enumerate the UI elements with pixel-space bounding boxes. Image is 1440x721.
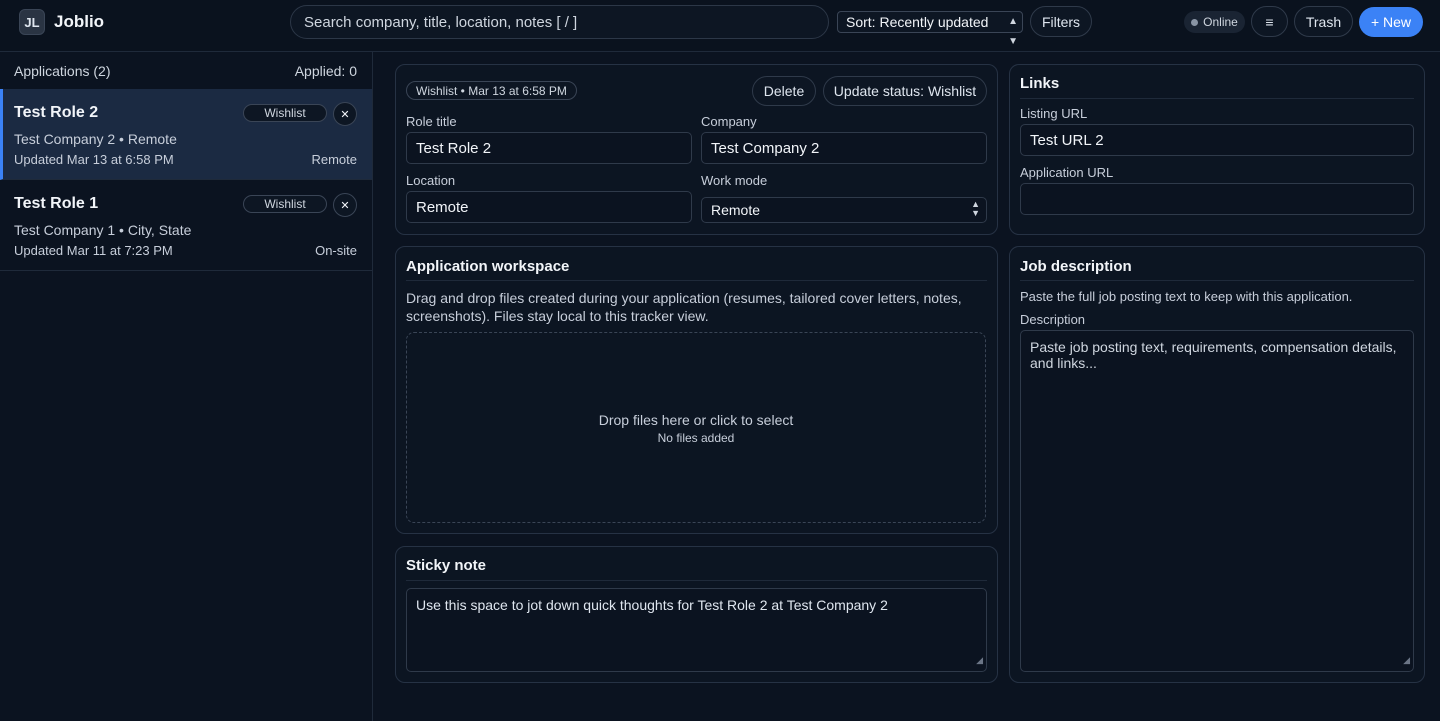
dropzone-status: No files added [657, 431, 735, 445]
listing-url-label: Listing URL [1020, 106, 1088, 121]
application-work-mode: Remote [311, 152, 357, 167]
delete-button[interactable]: Delete [752, 76, 816, 106]
online-label: Online [1203, 15, 1238, 29]
status-badge: Wishlist [243, 104, 327, 122]
chevron-updown-icon: ▲ ▼ [1008, 16, 1018, 47]
chevron-updown-icon: ▲ ▼ [971, 199, 980, 218]
application-workspace-card: Application workspace Drag and drop file… [395, 246, 998, 534]
divider [1020, 98, 1414, 99]
status-dot-icon [1191, 18, 1199, 26]
search-input[interactable] [290, 5, 829, 39]
application-updated: Updated Mar 13 at 6:58 PM [14, 152, 174, 167]
application-title: Test Role 2 [14, 104, 99, 121]
location-input[interactable]: Remote [406, 191, 692, 223]
menu-button[interactable]: ≡ [1251, 6, 1288, 37]
applications-heading: Applications (2) [14, 63, 111, 79]
update-status-button[interactable]: Update status: Wishlist [823, 76, 987, 106]
filters-button[interactable]: Filters [1030, 6, 1092, 37]
sort-label: Sort: Recently updated [846, 14, 989, 30]
close-icon: ✕ [340, 108, 350, 121]
application-subtitle: Test Company 1 • City, State [14, 222, 192, 238]
job-description-card: Job description Paste the full job posti… [1009, 246, 1425, 683]
remove-application-button[interactable]: ✕ [333, 193, 357, 217]
applications-sidebar: Applications (2) Applied: 0 Test Role 2 … [0, 52, 373, 721]
application-url-label: Application URL [1020, 165, 1114, 180]
sticky-note-textarea[interactable]: Use this space to jot down quick thought… [406, 588, 987, 672]
workspace-title: Application workspace [406, 258, 570, 275]
work-mode-label: Work mode [701, 173, 768, 188]
remove-application-button[interactable]: ✕ [333, 102, 357, 126]
divider [406, 280, 987, 281]
description-placeholder: Paste job posting text, requirements, co… [1030, 339, 1397, 371]
application-details-card: Wishlist • Mar 13 at 6:58 PM Delete Upda… [395, 64, 998, 235]
job-description-hint: Paste the full job posting text to keep … [1020, 289, 1353, 304]
application-subtitle: Test Company 2 • Remote [14, 131, 177, 147]
job-description-title: Job description [1020, 258, 1132, 275]
workspace-description-line2: screenshots). Files stay local to this t… [406, 308, 709, 324]
logo-icon: JL [19, 9, 45, 35]
application-title: Test Role 1 [14, 195, 99, 212]
app-title: Joblio [54, 12, 105, 31]
role-title-input[interactable]: Test Role 2 [406, 132, 692, 164]
divider [1020, 280, 1414, 281]
listing-url-input[interactable]: Test URL 2 [1020, 124, 1414, 156]
status-badge: Wishlist [243, 195, 327, 213]
company-input[interactable]: Test Company 2 [701, 132, 987, 164]
description-label: Description [1020, 312, 1086, 327]
application-url-input[interactable] [1020, 183, 1414, 215]
dropzone-label: Drop files here or click to select [598, 412, 794, 428]
top-bar: JL Joblio Sort: Recently updated ▲▼ Filt… [0, 0, 1440, 52]
role-title-label: Role title [406, 114, 457, 129]
application-list-item[interactable]: Test Role 1 Wishlist ✕ Test Company 1 • … [0, 180, 372, 271]
work-mode-value: Remote [711, 202, 761, 218]
description-textarea[interactable]: Paste job posting text, requirements, co… [1020, 330, 1414, 672]
sticky-note-card: Sticky note Use this space to jot down q… [395, 546, 998, 683]
trash-button[interactable]: Trash [1294, 6, 1353, 37]
location-label: Location [406, 173, 456, 188]
resize-handle-icon[interactable]: ◢ [976, 652, 983, 668]
sticky-note-title: Sticky note [406, 557, 487, 574]
status-chip: Wishlist • Mar 13 at 6:58 PM [406, 81, 577, 100]
close-icon: ✕ [340, 199, 350, 212]
applied-count: Applied: 0 [294, 63, 357, 79]
work-mode-select[interactable]: Remote ▲ ▼ [701, 197, 987, 223]
application-work-mode: On-site [315, 243, 357, 258]
application-updated: Updated Mar 11 at 7:23 PM [14, 243, 173, 258]
online-status-badge: Online [1184, 11, 1245, 33]
divider [406, 580, 987, 581]
links-card: Links Listing URL Test URL 2 Application… [1009, 64, 1425, 235]
links-title: Links [1020, 75, 1060, 92]
menu-icon: ≡ [1265, 13, 1274, 30]
sticky-note-placeholder: Use this space to jot down quick thought… [416, 597, 888, 613]
company-label: Company [701, 114, 757, 129]
workspace-description-line1: Drag and drop files created during your … [406, 290, 962, 306]
file-dropzone[interactable]: Drop files here or click to select No fi… [406, 332, 986, 523]
sort-select[interactable]: Sort: Recently updated ▲ ▼ [837, 11, 1023, 47]
new-application-button[interactable]: + New [1359, 7, 1423, 37]
resize-handle-icon[interactable]: ◢ [1403, 652, 1410, 668]
application-list-item[interactable]: Test Role 2 Wishlist ✕ Test Company 2 • … [0, 89, 372, 180]
